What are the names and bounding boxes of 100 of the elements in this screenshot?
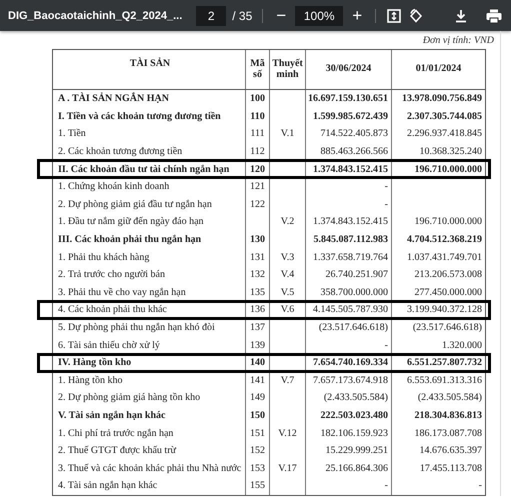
column-header: TÀI SẢN (128, 56, 172, 71)
value-cell: 4.145.505.787.930 (313, 304, 388, 316)
code-cell: 132 (250, 269, 265, 280)
code-cell: 120 (250, 164, 265, 175)
value-cell: (23.517.646.618) (412, 322, 482, 334)
item-label: 1. Chi phí trả trước ngắn hạn (58, 428, 174, 439)
note-cell: V.12 (278, 428, 297, 439)
item-label: 2. Thuế GTGT được khấu trừ (58, 445, 176, 456)
rotate-icon[interactable] (408, 8, 424, 24)
value-cell: 10.368.325.240 (420, 146, 482, 158)
page-count: / 35 (232, 8, 252, 22)
code-cell: 149 (250, 392, 265, 404)
code-cell: 135 (250, 286, 265, 298)
value-cell: - (478, 480, 482, 492)
code-cell: 121 (250, 181, 265, 192)
value-cell: 6.551.257.807.732 (407, 357, 482, 368)
value-cell: 186.173.087.708 (414, 428, 482, 439)
item-label: 1. Phải thu khách hàng (58, 252, 150, 263)
value-cell: 1.599.985.672.439 (313, 110, 388, 122)
print-icon[interactable] (485, 8, 503, 24)
file-name: DIG_Baocaotaichinh_Q2_2024_... (8, 10, 182, 22)
column-header: Mã số (245, 50, 269, 89)
item-label: 3. Phải thu về cho vay ngắn hạn (58, 286, 186, 298)
value-cell: - (384, 181, 388, 192)
code-cell: 153 (250, 462, 265, 474)
zoom-in-button[interactable]: + (349, 6, 366, 26)
value-cell: 1.374.843.152.415 (313, 164, 388, 175)
value-cell: 1.374.843.152.415 (313, 216, 388, 228)
item-label: 1. Đầu tư nắm giữ đến ngày đáo hạn (58, 216, 204, 228)
column-header: 30/06/2024 (305, 50, 391, 89)
item-label: 4. Các khoản phải thu khác (58, 304, 167, 316)
value-cell: 182.106.159.923 (320, 428, 388, 439)
fit-page-icon[interactable] (386, 8, 402, 24)
item-label: 2. Các khoản tương đương tiền (58, 146, 182, 158)
column-header: 01/01/2024 (391, 50, 485, 89)
value-cell: - (384, 198, 388, 210)
value-cell: 277.450.000.000 (414, 286, 482, 298)
code-cell: 141 (250, 374, 265, 386)
value-cell: 196.710.000.000 (414, 164, 482, 175)
item-label: 1. Tiền (58, 128, 86, 140)
value-cell: 358.700.000.000 (320, 286, 388, 298)
value-cell: 218.304.836.813 (414, 410, 482, 421)
value-cell: 25.166.864.306 (326, 462, 388, 474)
code-cell: 131 (250, 252, 265, 263)
note-cell: V.5 (280, 286, 294, 298)
value-cell: 1.037.431.749.701 (407, 252, 482, 263)
code-cell: 150 (250, 410, 265, 421)
value-cell: 196.710.000.000 (414, 216, 482, 228)
item-label: 2. Trả trước cho người bán (58, 269, 165, 280)
note-cell: V.3 (280, 252, 294, 263)
value-cell: 17.455.113.708 (420, 462, 482, 474)
item-label: I. Tiền và các khoản tương đương tiền (58, 110, 221, 122)
note-cell: V.2 (280, 216, 294, 228)
value-cell: 1.320.000 (442, 340, 482, 351)
value-cell: 6.553.691.313.316 (407, 374, 482, 386)
code-cell: 112 (250, 146, 265, 158)
value-cell: - (384, 480, 388, 492)
value-cell: 714.522.405.873 (320, 128, 388, 140)
value-cell: 1.337.658.719.764 (313, 252, 388, 263)
item-label: III. Các khoản phải thu ngắn hạn (58, 234, 202, 246)
value-cell: 222.503.023.480 (320, 410, 388, 421)
value-cell: 4.704.512.368.219 (407, 234, 482, 246)
value-cell: 26.740.251.907 (326, 269, 388, 280)
item-label: 2. Dự phòng giảm giá đầu tư ngắn hạn (58, 198, 212, 210)
value-cell: 3.199.940.372.128 (407, 304, 482, 316)
code-cell: 151 (250, 428, 265, 439)
value-cell: 5.845.087.112.983 (314, 234, 388, 246)
code-cell: 140 (250, 357, 265, 368)
code-cell: 136 (250, 304, 265, 316)
value-cell: 7.654.740.169.334 (313, 357, 388, 368)
value-cell: 15.229.999.251 (326, 445, 388, 456)
value-cell: (23.517.646.618) (318, 322, 388, 334)
value-cell: 2.307.305.744.085 (407, 110, 482, 122)
page-number-field[interactable]: 2 (196, 6, 226, 26)
item-label: IV. Hàng tồn kho (58, 357, 132, 368)
item-label: 1. Chứng khoán kinh doanh (58, 181, 170, 192)
download-icon[interactable] (453, 8, 469, 24)
item-label: 2. Dự phòng giảm giá hàng tồn kho (58, 392, 200, 404)
item-label: V. Tài sản ngắn hạn khác (58, 410, 166, 421)
unit-note: Đơn vị tính: VND (422, 35, 494, 48)
code-cell: 139 (250, 340, 265, 351)
code-cell: 111 (250, 128, 265, 140)
zoom-field[interactable]: 100% (295, 6, 344, 26)
code-cell: 155 (250, 480, 265, 492)
code-cell: 100 (250, 93, 265, 104)
code-cell: 137 (250, 322, 265, 334)
item-label: 1. Hàng tồn kho (58, 374, 122, 386)
value-cell: 16.697.159.130.651 (308, 93, 388, 104)
value-cell: 14.676.635.397 (420, 445, 482, 456)
zoom-out-button[interactable]: − (273, 6, 290, 26)
item-label: II. Các khoản đầu tư tài chính ngắn hạn (58, 164, 230, 175)
item-label: 4. Tài sản ngắn hạn khác (58, 480, 158, 492)
value-cell: (2.433.505.584) (418, 392, 482, 404)
item-label: 5. Dự phòng phải thu ngắn hạn khó đòi (58, 322, 215, 334)
value-cell: - (384, 340, 388, 351)
note-cell: V.1 (280, 128, 294, 140)
value-cell: (2.433.505.584) (324, 392, 388, 404)
note-cell: V.7 (280, 374, 294, 386)
note-cell: V.4 (280, 269, 294, 280)
item-label: A . TÀI SẢN NGẮN HẠN (58, 93, 169, 104)
